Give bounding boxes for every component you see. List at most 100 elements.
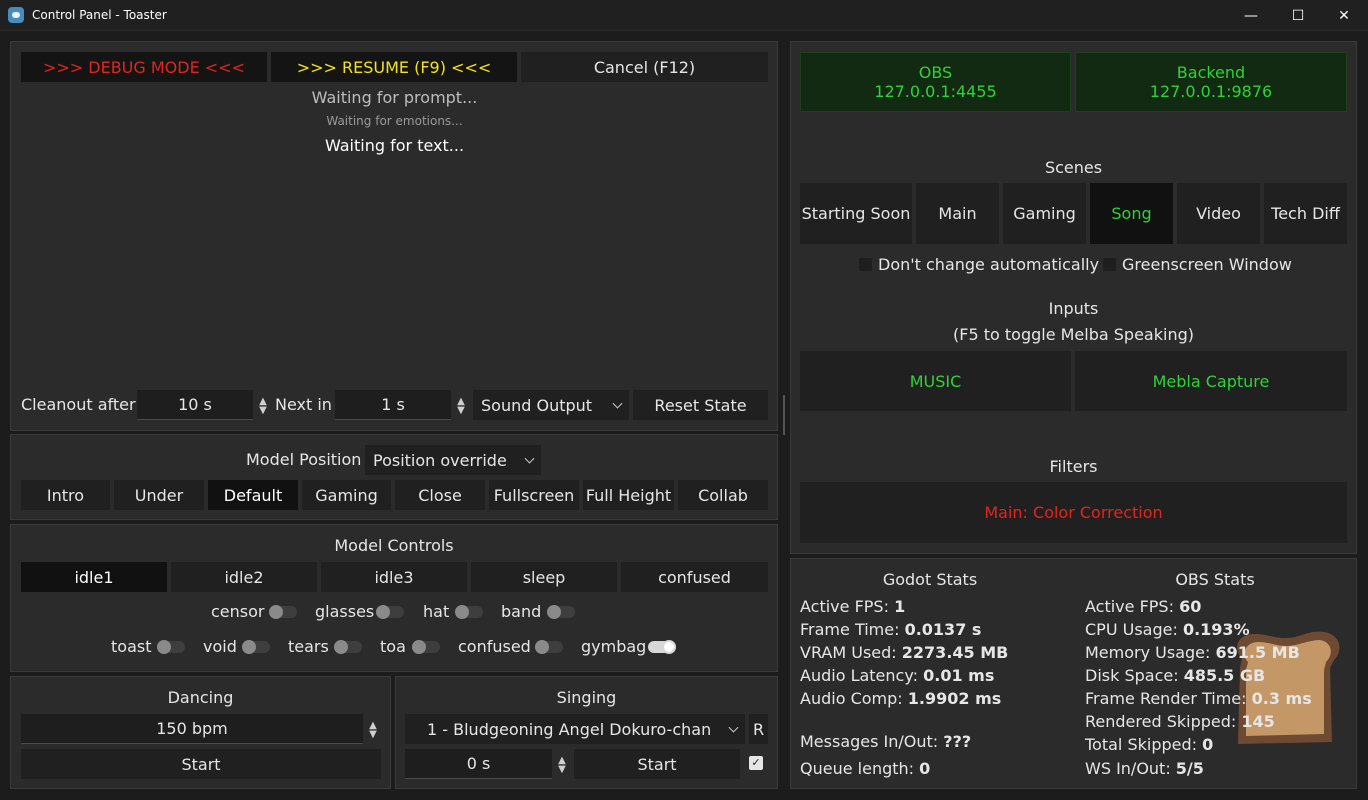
scene-gaming-button[interactable]: Gaming bbox=[1003, 183, 1086, 244]
toggle-knob bbox=[412, 640, 426, 654]
toggle-tears[interactable] bbox=[334, 640, 362, 654]
sing-checkbox[interactable]: ✓ bbox=[749, 756, 763, 770]
panel-splitter[interactable] bbox=[783, 395, 785, 435]
scene-song-button[interactable]: Song bbox=[1090, 183, 1173, 244]
resume-label: >>> RESUME (F9) <<< bbox=[296, 57, 492, 77]
filter-color-correction-button[interactable]: Main: Color Correction bbox=[800, 482, 1347, 543]
position-fullscreen-button[interactable]: Fullscreen bbox=[489, 480, 579, 510]
bpm-input[interactable]: 150 bpm bbox=[21, 714, 363, 744]
scene-video-button[interactable]: Video bbox=[1177, 183, 1260, 244]
toggle-knob bbox=[157, 640, 171, 654]
next-in-spinner-icon[interactable]: ▲ ▼ bbox=[454, 397, 468, 416]
greenscreen-checkbox[interactable] bbox=[1103, 258, 1116, 271]
position-default-button[interactable]: Default bbox=[208, 480, 298, 510]
scene-main-button[interactable]: Main bbox=[916, 183, 999, 244]
anim-idle3-button[interactable]: idle3 bbox=[321, 562, 467, 592]
next-in-input[interactable]: 1 s bbox=[335, 390, 451, 420]
resume-button[interactable]: >>> RESUME (F9) <<< bbox=[271, 52, 517, 82]
anim-sleep-button[interactable]: sleep bbox=[471, 562, 617, 592]
title-bar: Control Panel - Toaster — ☐ ✕ bbox=[0, 0, 1368, 31]
scene-song-label: Song bbox=[1111, 204, 1152, 223]
backend-connection-button[interactable]: Backend 127.0.0.1:9876 bbox=[1075, 52, 1347, 112]
stat-label: Audio Latency: bbox=[800, 666, 924, 685]
toggle-glasses[interactable] bbox=[376, 605, 404, 619]
sound-output-select[interactable]: Sound Output bbox=[473, 390, 629, 420]
anim-idle2-button[interactable]: idle2 bbox=[171, 562, 317, 592]
cleanout-input[interactable]: 10 s bbox=[137, 390, 253, 420]
toggle-knob bbox=[242, 640, 256, 654]
toggle-toast-label: toast bbox=[111, 637, 152, 656]
song-refresh-button[interactable]: R bbox=[749, 714, 768, 744]
position-close-button[interactable]: Close bbox=[395, 480, 485, 510]
stat-value: 5/5 bbox=[1175, 759, 1204, 778]
greenscreen-label: Greenscreen Window bbox=[1122, 255, 1292, 274]
input-capture-button[interactable]: Mebla Capture bbox=[1075, 351, 1347, 411]
toggle-confused[interactable] bbox=[535, 640, 563, 654]
obs-stat-row: Frame Render Time: 0.3 ms bbox=[1085, 689, 1312, 708]
maximize-button[interactable]: ☐ bbox=[1275, 0, 1321, 31]
position-intro-button[interactable]: Intro bbox=[21, 480, 110, 510]
debug-mode-button[interactable]: >>> DEBUG MODE <<< bbox=[21, 52, 267, 82]
cleanout-spinner-icon[interactable]: ▲ ▼ bbox=[256, 397, 270, 416]
toggle-censor-label: censor bbox=[211, 602, 265, 621]
position-under-button[interactable]: Under bbox=[114, 480, 204, 510]
chevron-down-icon bbox=[524, 453, 535, 464]
debug-mode-label: >>> DEBUG MODE <<< bbox=[42, 57, 246, 77]
toggle-toa[interactable] bbox=[412, 640, 440, 654]
stat-label: CPU Usage: bbox=[1085, 620, 1183, 639]
position-override-select[interactable]: Position override bbox=[365, 445, 541, 475]
stat-label: Disk Space: bbox=[1085, 666, 1184, 685]
song-time-input[interactable]: 0 s bbox=[405, 749, 552, 779]
position-override-label: Position override bbox=[373, 450, 507, 470]
song-select[interactable]: 1 - Bludgeoning Angel Dokuro-chan bbox=[405, 714, 745, 744]
scene-starting-soon-button[interactable]: Starting Soon bbox=[800, 183, 912, 244]
dance-start-button[interactable]: Start bbox=[21, 749, 381, 779]
position-gaming-button[interactable]: Gaming bbox=[302, 480, 391, 510]
toggle-glasses-label: glasses bbox=[315, 602, 375, 621]
stat-label: Total Skipped: bbox=[1085, 735, 1203, 754]
minimize-button[interactable]: — bbox=[1228, 0, 1274, 31]
input-music-button[interactable]: MUSIC bbox=[800, 351, 1071, 411]
cancel-button[interactable]: Cancel (F12) bbox=[521, 52, 768, 82]
stat-value: 0.01 ms bbox=[923, 666, 995, 685]
anim-confused-button[interactable]: confused bbox=[621, 562, 768, 592]
cleanout-label: Cleanout after bbox=[21, 395, 136, 414]
stat-value: 0.193% bbox=[1182, 620, 1250, 639]
toggle-censor[interactable] bbox=[269, 605, 297, 619]
anim-idle1-button[interactable]: idle1 bbox=[21, 562, 167, 592]
toggle-hat[interactable] bbox=[455, 605, 483, 619]
window-title: Control Panel - Toaster bbox=[32, 8, 167, 22]
backend-address: 127.0.0.1:9876 bbox=[1149, 82, 1273, 101]
obs-label: OBS bbox=[918, 63, 953, 82]
toggle-hat-label: hat bbox=[423, 602, 450, 621]
toggle-void-label: void bbox=[203, 637, 237, 656]
chevron-down-icon bbox=[612, 398, 623, 409]
stat-value: 0 bbox=[1202, 735, 1214, 754]
toggle-gymbag[interactable] bbox=[648, 640, 676, 654]
toggle-toast[interactable] bbox=[157, 640, 185, 654]
stat-label: Frame Render Time: bbox=[1085, 689, 1252, 708]
inputs-hint: (F5 to toggle Melba Speaking) bbox=[953, 325, 1194, 344]
stat-value: 1 bbox=[894, 597, 906, 616]
close-button[interactable]: ✕ bbox=[1321, 0, 1367, 31]
text-status: Waiting for text... bbox=[324, 136, 465, 155]
obs-connection-button[interactable]: OBS 127.0.0.1:4455 bbox=[800, 52, 1071, 112]
sing-start-button[interactable]: Start bbox=[574, 749, 740, 779]
song-time-spinner-icon[interactable]: ▲ ▼ bbox=[555, 756, 569, 775]
stat-value: ??? bbox=[943, 732, 972, 751]
queue-stat: Queue length: 0 bbox=[800, 759, 930, 778]
bpm-spinner-icon[interactable]: ▲ ▼ bbox=[366, 721, 380, 740]
reset-state-button[interactable]: Reset State bbox=[633, 390, 768, 420]
godot-stat-row: Audio Latency: 0.01 ms bbox=[800, 666, 994, 685]
scene-tech-diff-button[interactable]: Tech Diff bbox=[1264, 183, 1347, 244]
song-label: 1 - Bludgeoning Angel Dokuro-chan bbox=[427, 719, 712, 739]
position-collab-button[interactable]: Collab bbox=[678, 480, 768, 510]
inputs-title: Inputs bbox=[1048, 299, 1099, 318]
dont-change-checkbox[interactable] bbox=[859, 258, 872, 271]
toggle-knob bbox=[334, 640, 348, 654]
dont-change-label: Don't change automatically bbox=[878, 255, 1100, 274]
toggle-band[interactable] bbox=[547, 605, 575, 619]
position-full-height-button[interactable]: Full Height bbox=[583, 480, 674, 510]
stat-value: 1.9902 ms bbox=[907, 689, 1002, 708]
toggle-void[interactable] bbox=[242, 640, 270, 654]
